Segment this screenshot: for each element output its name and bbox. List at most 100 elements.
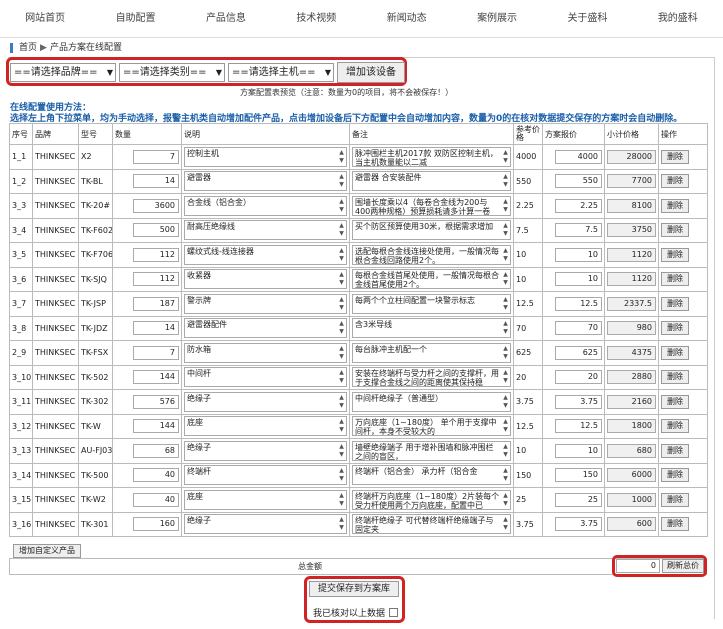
scroll-arrows-icon[interactable]: ▲ ▼	[502, 320, 509, 337]
quantity-input[interactable]: 40	[133, 492, 179, 507]
scroll-arrows-icon[interactable]: ▲ ▼	[338, 516, 345, 533]
quote-input[interactable]: 150	[555, 468, 602, 483]
quantity-input[interactable]: 112	[133, 247, 179, 262]
quantity-input[interactable]: 14	[133, 321, 179, 336]
scroll-arrows-icon[interactable]: ▲ ▼	[502, 418, 509, 435]
description-textarea[interactable]: 耐高压绝缘线 ▲ ▼	[184, 220, 347, 241]
scroll-arrows-icon[interactable]: ▲ ▼	[338, 320, 345, 337]
quantity-input[interactable]: 144	[133, 370, 179, 385]
note-textarea[interactable]: 每两个个立柱间配置一块警示标志 ▲ ▼	[352, 293, 511, 314]
add-custom-product-button[interactable]: 增加自定义产品	[13, 544, 81, 558]
total-amount-input[interactable]: 0	[616, 559, 660, 573]
description-textarea[interactable]: 收紧器 ▲ ▼	[184, 269, 347, 290]
description-textarea[interactable]: 绝缘子 ▲ ▼	[184, 440, 347, 461]
delete-button[interactable]: 删除	[661, 443, 689, 458]
note-textarea[interactable]: 终端杆（铝合金） 承力杆（铝合金 ▲ ▼	[352, 465, 511, 486]
note-textarea[interactable]: 选配每根合金线连接处使用，一般情况每根合金线回路使用2个。 ▲ ▼	[352, 244, 511, 265]
description-textarea[interactable]: 中间杆 ▲ ▼	[184, 367, 347, 388]
description-textarea[interactable]: 避雷器配件 ▲ ▼	[184, 318, 347, 339]
note-textarea[interactable]: 终端杆万向底座（1~180度）2片装每个受力杆使用两个万向底座，配置中已 ▲ ▼	[352, 489, 511, 510]
delete-button[interactable]: 删除	[661, 174, 689, 189]
scroll-arrows-icon[interactable]: ▲ ▼	[502, 492, 509, 509]
nav-item-7[interactable]: 我的盛科	[633, 0, 723, 37]
quote-input[interactable]: 3.75	[555, 517, 602, 532]
description-textarea[interactable]: 终端杆 ▲ ▼	[184, 465, 347, 486]
quote-input[interactable]: 20	[555, 370, 602, 385]
save-to-library-button[interactable]: 提交保存到方案库	[309, 581, 399, 597]
scroll-arrows-icon[interactable]: ▲ ▼	[502, 173, 509, 190]
note-textarea[interactable]: 墙壁绝缘端子 用于增补围墙和脉冲围栏之间的盲区， ▲ ▼	[352, 440, 511, 461]
quote-input[interactable]: 10	[555, 247, 602, 262]
scroll-arrows-icon[interactable]: ▲ ▼	[338, 492, 345, 509]
description-textarea[interactable]: 避雷器 ▲ ▼	[184, 171, 347, 192]
note-textarea[interactable]: 每根合金线首尾处使用，一般情况每根合金线首尾使用2个。 ▲ ▼	[352, 269, 511, 290]
nav-item-5[interactable]: 案例展示	[452, 0, 542, 37]
quote-input[interactable]: 625	[555, 345, 602, 360]
quote-input[interactable]: 10	[555, 443, 602, 458]
scroll-arrows-icon[interactable]: ▲ ▼	[502, 345, 509, 362]
delete-button[interactable]: 删除	[661, 321, 689, 336]
nav-item-2[interactable]: 产品信息	[181, 0, 271, 37]
delete-button[interactable]: 删除	[661, 492, 689, 507]
note-textarea[interactable]: 万向底座（1~180度） 单个用于支撑中间杆，本身不受较大的 ▲ ▼	[352, 416, 511, 437]
scroll-arrows-icon[interactable]: ▲ ▼	[502, 149, 509, 166]
description-textarea[interactable]: 警示牌 ▲ ▼	[184, 293, 347, 314]
scroll-arrows-icon[interactable]: ▲ ▼	[502, 443, 509, 460]
scroll-arrows-icon[interactable]: ▲ ▼	[502, 467, 509, 484]
note-textarea[interactable]: 买个防区预算使用30米，根据需求增加 ▲ ▼	[352, 220, 511, 241]
scroll-arrows-icon[interactable]: ▲ ▼	[502, 247, 509, 264]
quote-input[interactable]: 12.5	[555, 296, 602, 311]
scroll-arrows-icon[interactable]: ▲ ▼	[502, 394, 509, 411]
quote-input[interactable]: 550	[555, 174, 602, 189]
scroll-arrows-icon[interactable]: ▲ ▼	[502, 296, 509, 313]
delete-button[interactable]: 删除	[661, 223, 689, 238]
note-textarea[interactable]: 避雷器 合安装配件 ▲ ▼	[352, 171, 511, 192]
quote-input[interactable]: 4000	[555, 149, 602, 164]
nav-item-1[interactable]: 自助配置	[90, 0, 180, 37]
scroll-arrows-icon[interactable]: ▲ ▼	[338, 443, 345, 460]
scroll-arrows-icon[interactable]: ▲ ▼	[502, 369, 509, 386]
description-textarea[interactable]: 合金线（铝合金） ▲ ▼	[184, 195, 347, 216]
scroll-arrows-icon[interactable]: ▲ ▼	[338, 467, 345, 484]
delete-button[interactable]: 删除	[661, 419, 689, 434]
description-textarea[interactable]: 控制主机 ▲ ▼	[184, 146, 347, 167]
note-textarea[interactable]: 终端杆绝缘子 可代替终端杆绝缘端子与固定夹 ▲ ▼	[352, 514, 511, 535]
delete-button[interactable]: 删除	[661, 394, 689, 409]
scroll-arrows-icon[interactable]: ▲ ▼	[338, 418, 345, 435]
nav-item-0[interactable]: 网站首页	[0, 0, 90, 37]
note-textarea[interactable]: 含3米导线 ▲ ▼	[352, 318, 511, 339]
quantity-input[interactable]: 187	[133, 296, 179, 311]
scroll-arrows-icon[interactable]: ▲ ▼	[502, 198, 509, 215]
brand-select[interactable]: ==请选择品牌== ▼	[10, 63, 116, 82]
category-select[interactable]: ==请选择类别== ▼	[119, 63, 225, 82]
delete-button[interactable]: 删除	[661, 370, 689, 385]
scroll-arrows-icon[interactable]: ▲ ▼	[502, 222, 509, 239]
scroll-arrows-icon[interactable]: ▲ ▼	[338, 296, 345, 313]
delete-button[interactable]: 删除	[661, 345, 689, 360]
quantity-input[interactable]: 144	[133, 419, 179, 434]
description-textarea[interactable]: 底座 ▲ ▼	[184, 489, 347, 510]
quantity-input[interactable]: 40	[133, 468, 179, 483]
scroll-arrows-icon[interactable]: ▲ ▼	[338, 369, 345, 386]
quantity-input[interactable]: 7	[133, 345, 179, 360]
add-device-button[interactable]: 增加该设备	[337, 62, 405, 83]
scroll-arrows-icon[interactable]: ▲ ▼	[338, 394, 345, 411]
delete-button[interactable]: 删除	[661, 468, 689, 483]
quote-input[interactable]: 3.75	[555, 394, 602, 409]
nav-item-4[interactable]: 新闻动态	[362, 0, 452, 37]
description-textarea[interactable]: 防水箱 ▲ ▼	[184, 342, 347, 363]
delete-button[interactable]: 删除	[661, 198, 689, 213]
nav-item-6[interactable]: 关于盛科	[542, 0, 632, 37]
quote-input[interactable]: 12.5	[555, 419, 602, 434]
quote-input[interactable]: 70	[555, 321, 602, 336]
refresh-total-button[interactable]: 刷新总价	[662, 559, 704, 573]
description-textarea[interactable]: 绝缘子 ▲ ▼	[184, 514, 347, 535]
quantity-input[interactable]: 68	[133, 443, 179, 458]
description-textarea[interactable]: 螺纹式线-线连接器 ▲ ▼	[184, 244, 347, 265]
quantity-input[interactable]: 3600	[133, 198, 179, 213]
quantity-input[interactable]: 14	[133, 174, 179, 189]
scroll-arrows-icon[interactable]: ▲ ▼	[502, 271, 509, 288]
note-textarea[interactable]: 围墙长度乘以4（每卷合金线为200与400两种规格）预算损耗请多计算一卷 ▲ ▼	[352, 195, 511, 216]
host-select[interactable]: ==请选择主机== ▼	[228, 63, 334, 82]
quantity-input[interactable]: 500	[133, 223, 179, 238]
